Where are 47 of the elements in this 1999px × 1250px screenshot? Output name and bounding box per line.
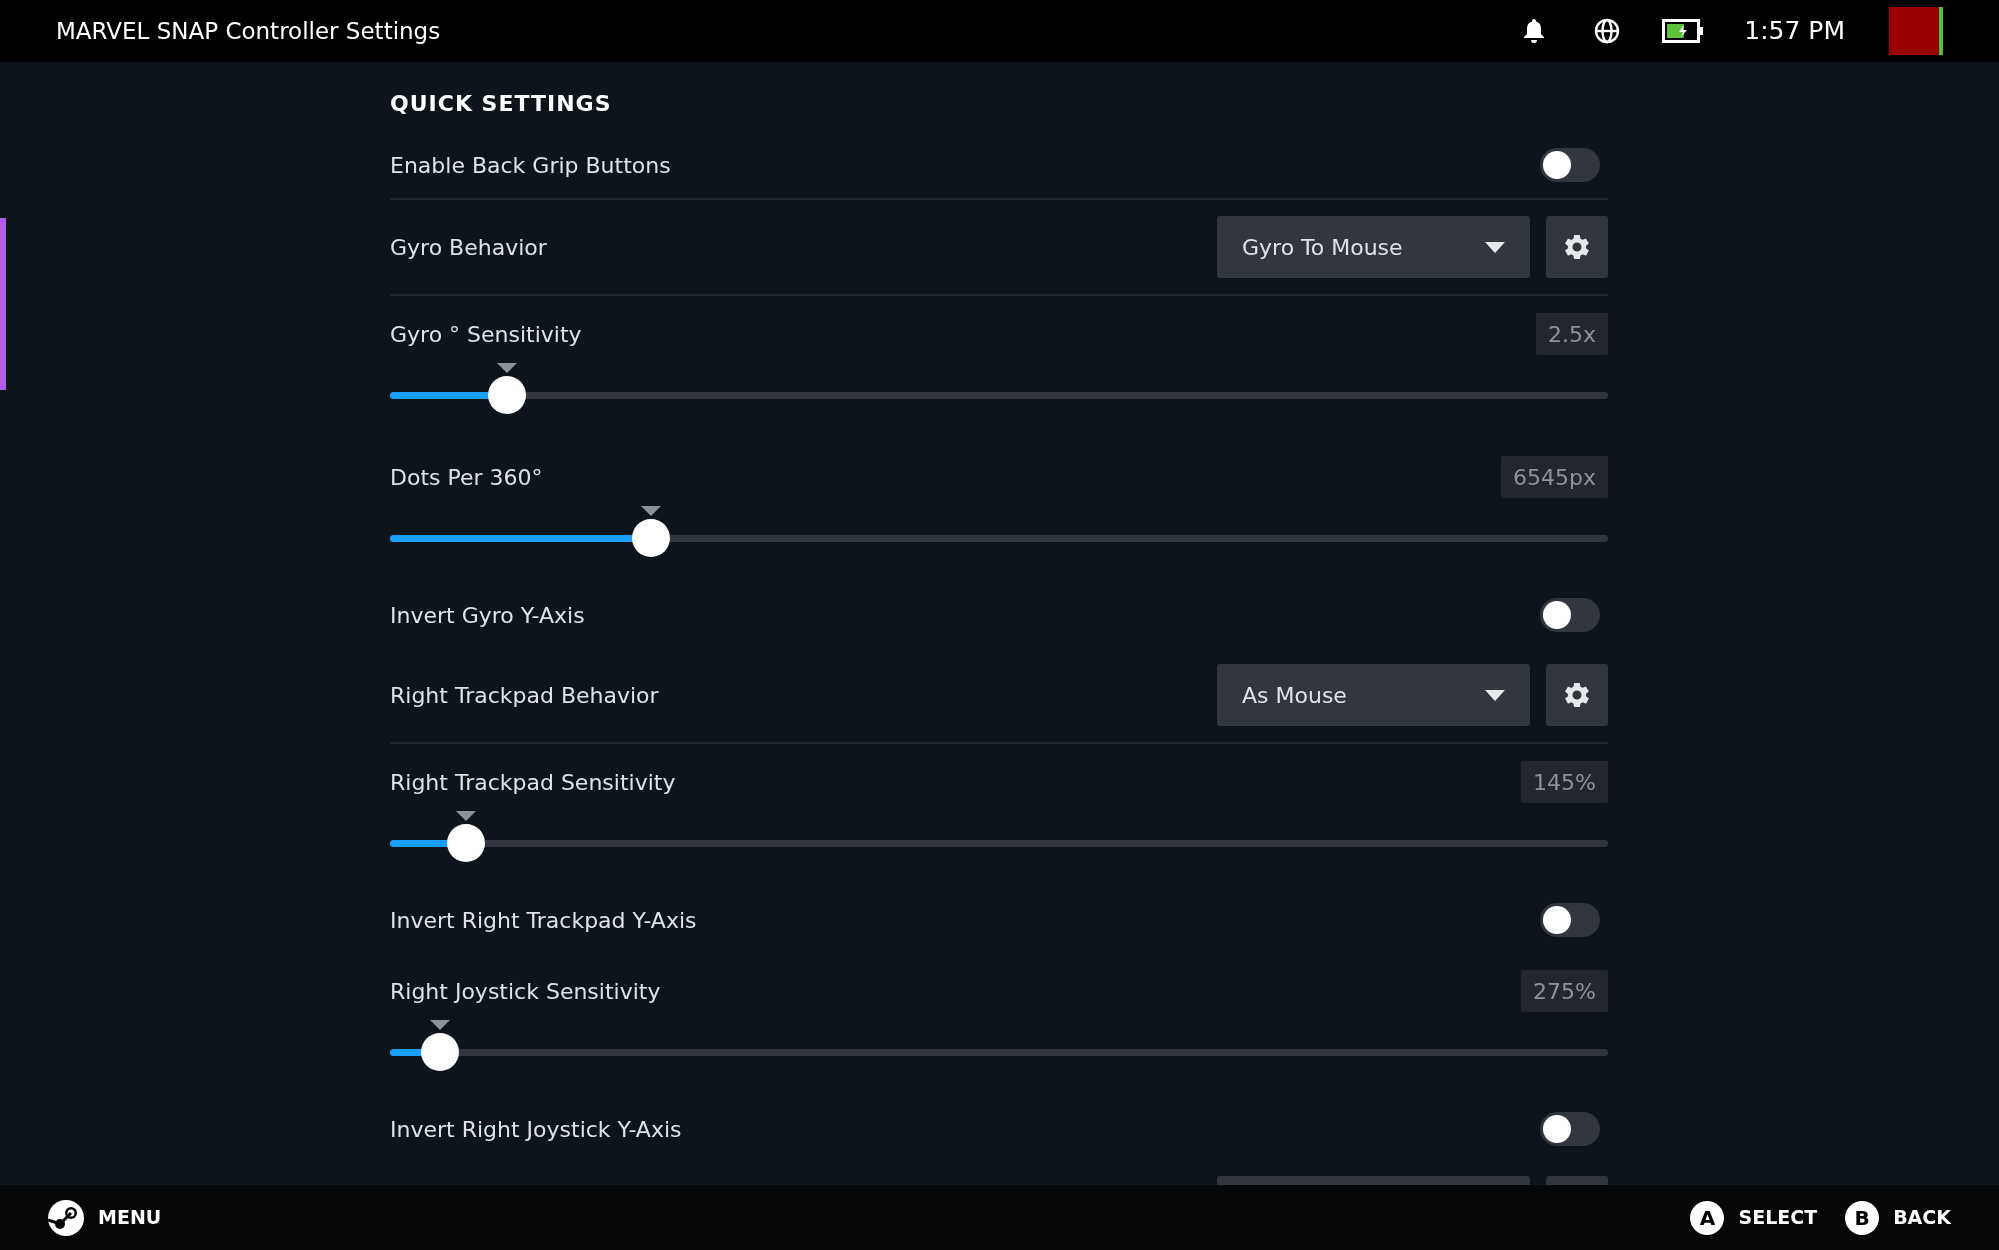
notch-marker <box>640 506 661 516</box>
setting-label: Right Trackpad Sensitivity <box>390 768 676 797</box>
gear-icon <box>1562 232 1592 262</box>
settings-button[interactable] <box>1546 664 1608 726</box>
setting-label: Right Joystick Sensitivity <box>390 977 661 1006</box>
section-heading: QUICK SETTINGS <box>390 90 612 118</box>
value-readout: 2.5x <box>1536 313 1608 355</box>
slider-thumb[interactable] <box>446 824 485 862</box>
setting-label: Enable Back Grip Buttons <box>390 151 671 180</box>
slider-thumb[interactable] <box>420 1033 459 1071</box>
setting-label: Gyro ° Sensitivity <box>390 320 582 349</box>
dropdown[interactable]: Gyro To Mouse <box>1217 216 1530 278</box>
value-readout: 6545px <box>1501 456 1608 498</box>
window-title: MARVEL SNAP Controller Settings <box>56 16 441 46</box>
hint-label: SELECT <box>1738 1205 1818 1231</box>
caret-icon <box>1485 241 1505 253</box>
notification-bell-icon[interactable] <box>1522 18 1547 44</box>
value-readout: 275% <box>1521 970 1608 1012</box>
toggle-switch[interactable] <box>1540 148 1600 182</box>
settings-button[interactable] <box>1546 216 1608 278</box>
setting-label: Invert Right Trackpad Y-Axis <box>390 906 697 935</box>
setting-label: Dots Per 360° <box>390 463 543 492</box>
dropdown[interactable]: As Mouse <box>1217 664 1530 726</box>
value-readout: 145% <box>1521 761 1608 803</box>
button-glyph: A <box>1690 1200 1725 1235</box>
toggle-switch[interactable] <box>1540 1112 1600 1146</box>
toggle-switch[interactable] <box>1540 598 1600 632</box>
steam-logo-icon[interactable] <box>48 1199 84 1236</box>
clock-time: 1:57 PM <box>1744 15 1845 48</box>
user-avatar[interactable] <box>1889 7 1943 55</box>
notch-marker <box>496 363 517 373</box>
button-glyph: B <box>1845 1200 1880 1235</box>
battery-icon[interactable] <box>1662 19 1705 43</box>
hint-label: BACK <box>1893 1205 1951 1231</box>
caret-icon <box>1485 689 1505 701</box>
slider-thumb[interactable] <box>631 519 670 557</box>
notch-marker <box>429 1020 450 1030</box>
menu-label: MENU <box>98 1205 162 1231</box>
gear-icon <box>1562 680 1592 710</box>
setting-label: Invert Right Joystick Y-Axis <box>390 1115 682 1144</box>
globe-icon[interactable] <box>1594 18 1621 44</box>
setting-label: Invert Gyro Y-Axis <box>390 601 585 630</box>
setting-label: Right Trackpad Behavior <box>390 681 659 710</box>
setting-label: Gyro Behavior <box>390 233 547 262</box>
notch-marker <box>455 811 476 821</box>
toggle-switch[interactable] <box>1540 903 1600 937</box>
slider-thumb[interactable] <box>487 376 526 414</box>
